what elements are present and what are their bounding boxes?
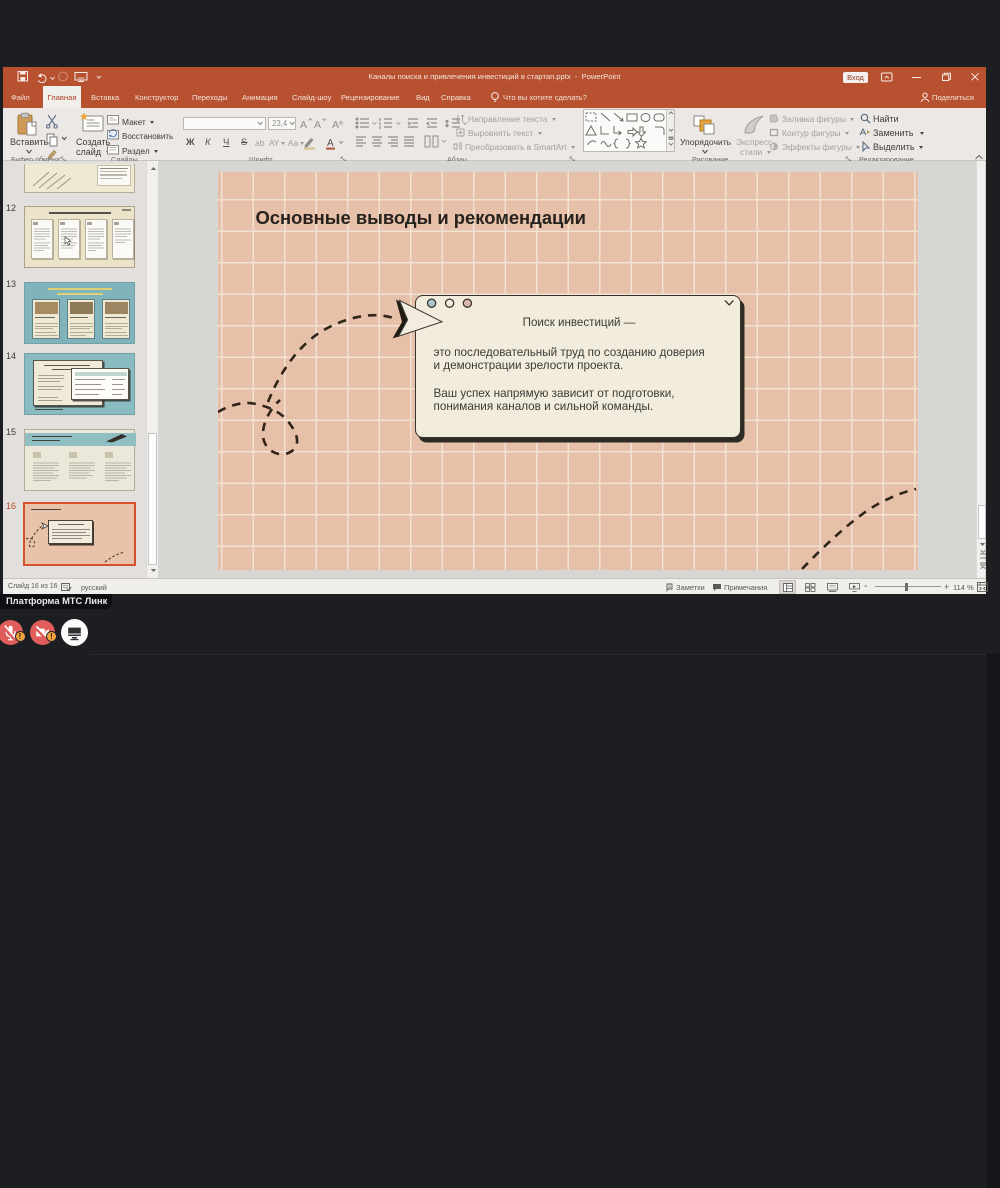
svg-text:А: А — [327, 138, 334, 149]
svg-text:A: A — [300, 119, 307, 131]
svg-text:A: A — [332, 119, 339, 131]
svg-text:A: A — [314, 119, 321, 131]
